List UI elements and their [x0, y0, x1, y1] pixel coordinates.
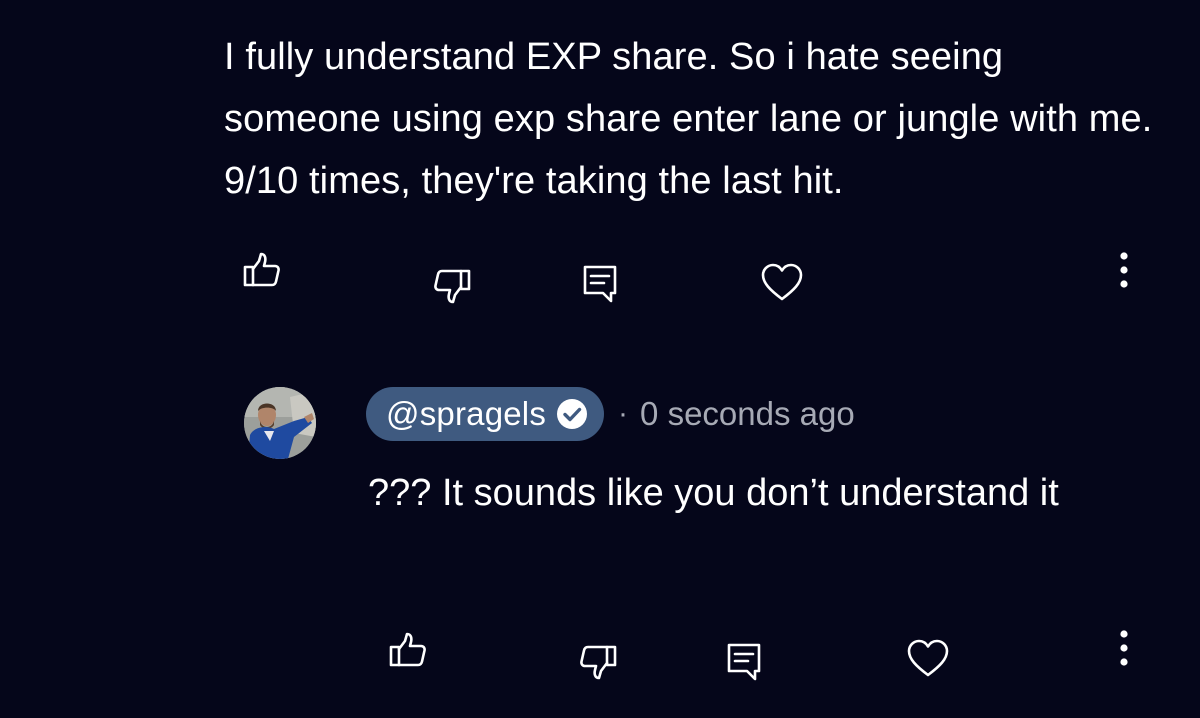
more-vertical-icon — [1118, 628, 1130, 668]
reply-like-button[interactable] — [380, 622, 436, 678]
channel-handle: @spragels — [386, 395, 547, 432]
meta-separator: · — [618, 397, 629, 430]
reply-header: @spragels · 0 seconds ago — [366, 387, 855, 441]
like-button[interactable] — [234, 242, 290, 298]
reply-dislike-button[interactable] — [570, 634, 626, 690]
thumbs-up-icon — [242, 250, 282, 290]
heart-button[interactable] — [754, 254, 810, 310]
verified-check-icon — [556, 398, 588, 430]
reply-more-options-button[interactable] — [1096, 620, 1152, 676]
comment-icon — [580, 263, 620, 305]
reply-action-bar — [0, 622, 1200, 682]
heart-icon — [906, 638, 950, 678]
dislike-button[interactable] — [424, 258, 480, 314]
thumbs-up-icon — [388, 630, 428, 670]
heart-icon — [760, 262, 804, 302]
thumbs-down-icon — [578, 642, 618, 682]
more-vertical-icon — [1118, 250, 1130, 290]
more-options-button[interactable] — [1096, 242, 1152, 298]
profile-photo-icon — [244, 387, 316, 459]
reply-timestamp[interactable]: 0 seconds ago — [640, 395, 855, 433]
comment-body: I fully understand EXP share. So i hate … — [224, 36, 1153, 202]
comment-thread: I fully understand EXP share. So i hate … — [0, 0, 1200, 718]
reply-body: ??? It sounds like you don’t understand … — [368, 472, 1059, 514]
thumbs-down-icon — [432, 266, 472, 306]
reply-button[interactable] — [572, 256, 628, 312]
comment-action-bar — [0, 242, 1200, 304]
reply-reply-button[interactable] — [716, 634, 772, 690]
avatar[interactable] — [244, 387, 316, 459]
reply-heart-button[interactable] — [900, 630, 956, 686]
channel-handle-chip[interactable]: @spragels — [366, 387, 605, 441]
comment-icon — [724, 641, 764, 683]
